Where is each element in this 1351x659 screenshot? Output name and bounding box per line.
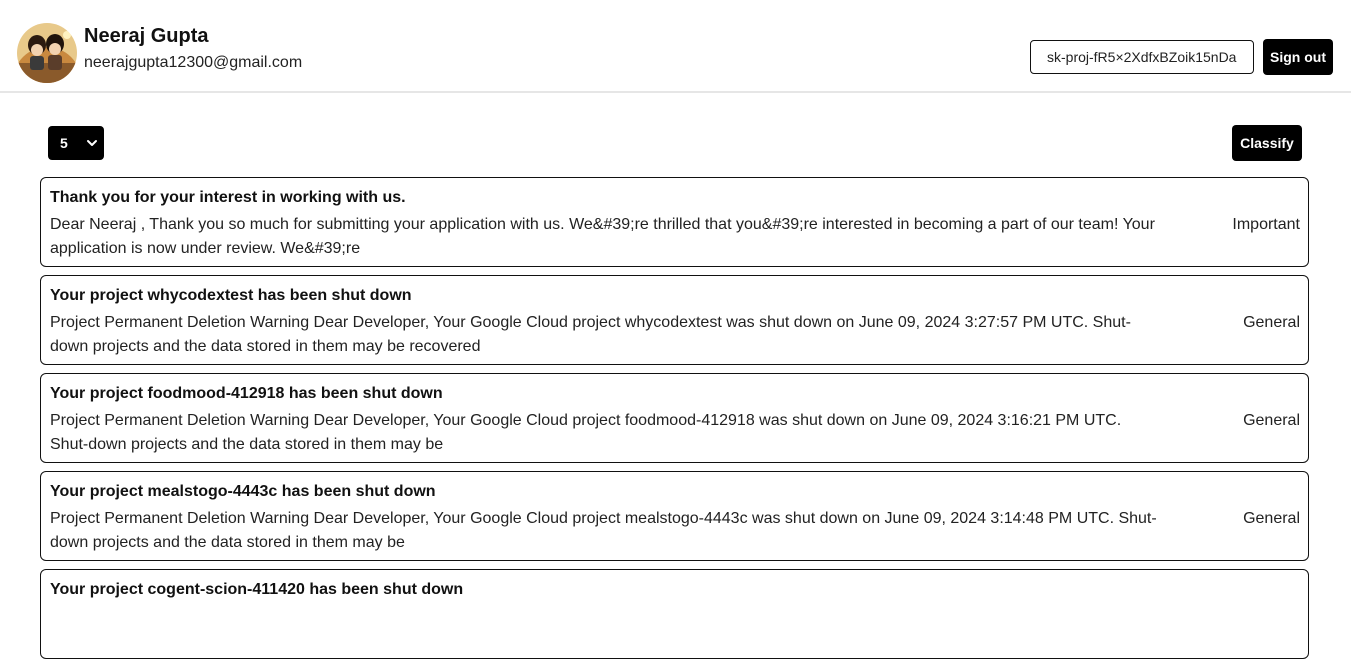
avatar (17, 23, 77, 83)
email-snippet: Project Permanent Deletion Warning Dear … (50, 510, 1157, 551)
email-subject: Your project foodmood-412918 has been sh… (50, 385, 443, 402)
email-classification-label: General (1243, 314, 1300, 331)
classify-button[interactable]: Classify (1232, 125, 1302, 161)
chevron-down-icon (87, 140, 97, 146)
email-count-select[interactable]: 5 (48, 126, 104, 160)
email-classification-label: General (1243, 412, 1300, 429)
api-key-input[interactable] (1030, 40, 1254, 74)
email-item[interactable]: Your project whycodextest has been shut … (40, 275, 1309, 365)
email-classification-label: Important (1232, 216, 1300, 233)
email-count-value: 5 (60, 135, 68, 151)
user-name: Neeraj Gupta (84, 25, 209, 47)
header-bar: Neeraj Gupta neerajgupta12300@gmail.com … (0, 0, 1351, 93)
email-item[interactable]: Thank you for your interest in working w… (40, 177, 1309, 267)
email-item[interactable]: Your project mealstogo-4443c has been sh… (40, 471, 1309, 561)
user-email: neerajgupta12300@gmail.com (84, 54, 303, 71)
email-snippet: Dear Neeraj , Thank you so much for subm… (50, 216, 1155, 257)
email-subject: Thank you for your interest in working w… (50, 189, 406, 206)
email-subject: Your project mealstogo-4443c has been sh… (50, 483, 436, 500)
email-item[interactable]: Your project cogent-scion-411420 has bee… (40, 569, 1309, 659)
email-snippet: Project Permanent Deletion Warning Dear … (50, 314, 1131, 355)
email-subject: Your project cogent-scion-411420 has bee… (50, 581, 464, 598)
email-snippet: Project Permanent Deletion Warning Dear … (50, 412, 1122, 453)
email-item[interactable]: Your project foodmood-412918 has been sh… (40, 373, 1309, 463)
avatar-image (17, 23, 77, 83)
email-subject: Your project whycodextest has been shut … (50, 287, 412, 304)
sign-out-button[interactable]: Sign out (1263, 39, 1333, 75)
email-classification-label: General (1243, 510, 1300, 527)
